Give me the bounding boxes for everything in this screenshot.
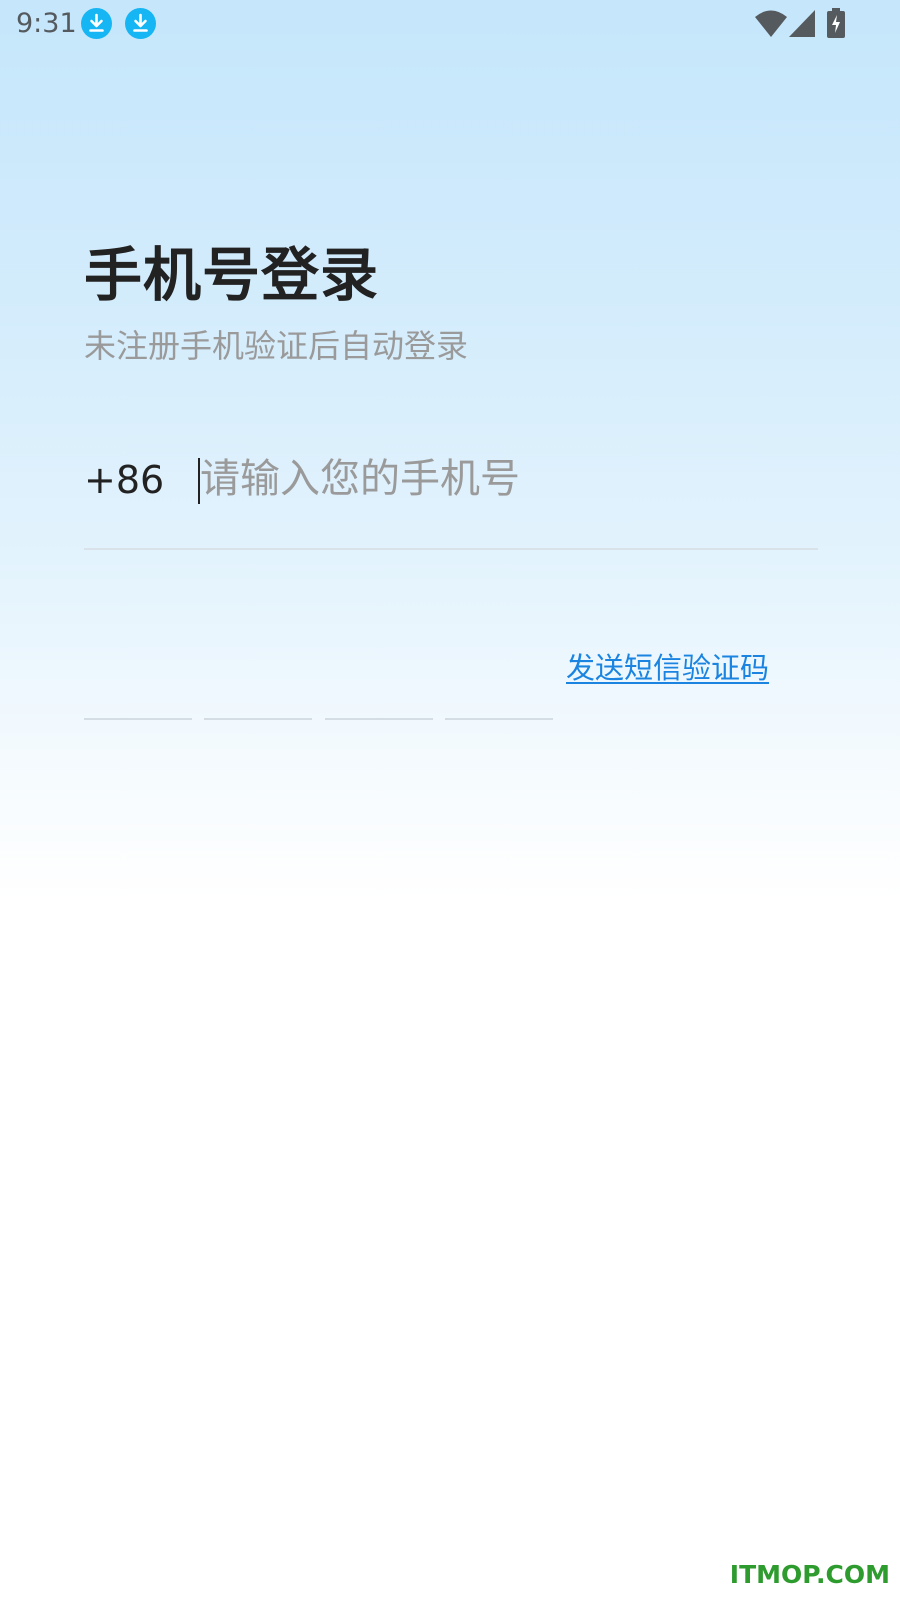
wifi-icon — [755, 10, 787, 42]
status-time: 9:31 — [16, 8, 77, 39]
phone-input-row: +86 — [84, 450, 818, 510]
phone-input-underline — [84, 548, 818, 550]
watermark: ITMOP.COM — [729, 1560, 890, 1589]
code-digit-3[interactable] — [325, 718, 433, 720]
code-digit-1[interactable] — [84, 718, 192, 720]
battery-charging-icon — [827, 8, 845, 42]
signal-icon — [789, 10, 815, 41]
country-code[interactable]: +86 — [84, 456, 164, 504]
page-title: 手机号登录 — [84, 241, 380, 309]
page-subtitle: 未注册手机验证后自动登录 — [84, 327, 469, 365]
download-icon — [81, 8, 112, 39]
download-icon — [125, 8, 156, 39]
phone-input[interactable] — [200, 450, 800, 508]
code-digit-4[interactable] — [445, 718, 553, 720]
code-digit-2[interactable] — [204, 718, 312, 720]
send-sms-code-button[interactable]: 发送短信验证码 — [566, 650, 769, 686]
status-bar: 9:31 — [0, 0, 900, 48]
